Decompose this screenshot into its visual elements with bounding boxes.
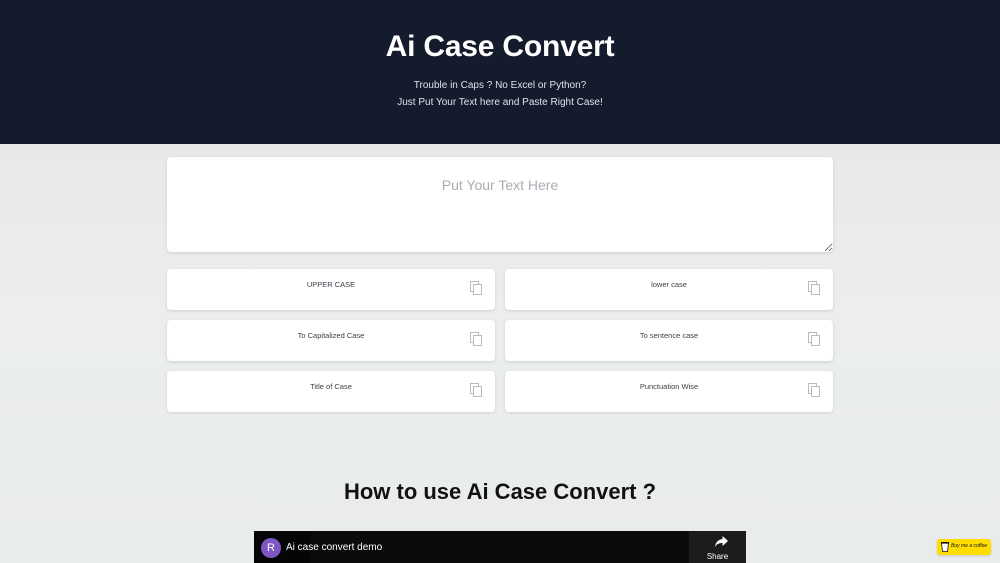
case-label: lower case (651, 280, 687, 289)
text-input-card (167, 157, 833, 252)
coffee-label: Buy me a coffee (951, 543, 988, 549)
subtitle-line-2: Just Put Your Text here and Paste Right … (397, 97, 603, 108)
video-player[interactable]: R Ai case convert demo Share (254, 531, 746, 563)
punctuation-wise-button[interactable]: Punctuation Wise (505, 371, 833, 412)
case-label: To sentence case (639, 331, 699, 340)
copy-icon[interactable] (470, 383, 482, 397)
channel-avatar[interactable]: R (261, 538, 281, 558)
share-button[interactable]: Share (689, 531, 746, 563)
buy-me-a-coffee-button[interactable]: Buy me a coffee (937, 539, 991, 555)
upper-case-button[interactable]: UPPER CASE (167, 269, 495, 310)
how-to-heading: How to use Ai Case Convert ? (343, 479, 657, 504)
sentence-case-button[interactable]: To sentence case (505, 320, 833, 361)
video-title[interactable]: Ai case convert demo (286, 542, 382, 553)
title-case-button[interactable]: Title of Case (167, 371, 495, 412)
copy-icon[interactable] (808, 332, 820, 346)
coffee-cup-icon (941, 542, 949, 552)
capitalized-case-button[interactable]: To Capitalized Case (167, 320, 495, 361)
share-icon (715, 536, 728, 547)
text-input[interactable] (167, 157, 833, 252)
copy-icon[interactable] (470, 281, 482, 295)
copy-icon[interactable] (808, 281, 820, 295)
case-label: To Capitalized Case (297, 331, 365, 340)
lower-case-button[interactable]: lower case (505, 269, 833, 310)
case-label: UPPER CASE (306, 280, 356, 289)
page-title: Ai Case Convert (385, 30, 615, 63)
copy-icon[interactable] (470, 332, 482, 346)
case-label: Punctuation Wise (639, 382, 699, 391)
hero-header: Ai Case Convert Trouble in Caps ? No Exc… (0, 0, 1000, 144)
share-label: Share (706, 552, 729, 561)
subtitle-line-1: Trouble in Caps ? No Excel or Python? (413, 80, 587, 91)
copy-icon[interactable] (808, 383, 820, 397)
case-label: Title of Case (310, 382, 352, 391)
